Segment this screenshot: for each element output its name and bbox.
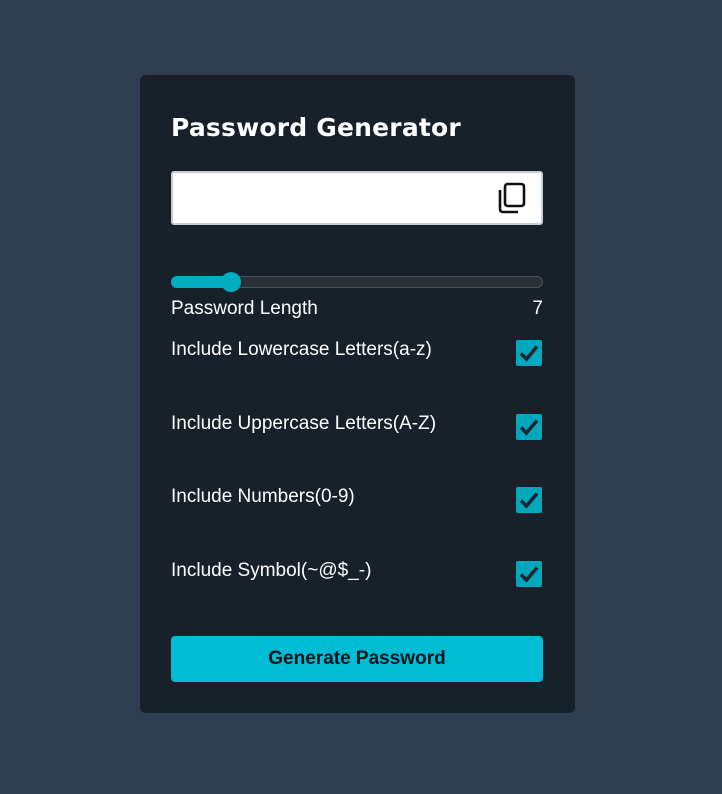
password-generator-card: Password Generator Password Length 7 Inc…	[140, 75, 575, 713]
copy-button[interactable]	[497, 181, 527, 215]
page-title: Password Generator	[171, 113, 461, 142]
slider-thumb[interactable]	[221, 272, 241, 292]
numbers-checkbox[interactable]	[516, 487, 542, 513]
lowercase-checkbox[interactable]	[516, 340, 542, 366]
option-numbers: Include Numbers(0-9)	[171, 485, 543, 515]
option-label: Include Symbol(~@$_-)	[171, 559, 372, 581]
option-label: Include Numbers(0-9)	[171, 486, 355, 507]
copy-icon	[498, 182, 526, 214]
length-value: 7	[532, 298, 543, 319]
options-list: Include Lowercase Letters(a-z) Include U…	[171, 338, 543, 589]
option-uppercase: Include Uppercase Letters(A-Z)	[171, 412, 543, 442]
checkmark-icon	[519, 492, 539, 509]
length-label: Password Length	[171, 298, 318, 319]
checkmark-icon	[519, 565, 539, 583]
symbols-checkbox[interactable]	[516, 560, 542, 587]
option-label: Include Lowercase Letters(a-z)	[171, 339, 432, 360]
password-output-field[interactable]	[181, 181, 485, 217]
password-output-box	[171, 171, 543, 225]
length-slider[interactable]	[171, 272, 543, 292]
checkmark-icon	[519, 418, 539, 436]
option-label: Include Uppercase Letters(A-Z)	[171, 412, 437, 434]
option-lowercase: Include Lowercase Letters(a-z)	[171, 338, 543, 368]
option-symbols: Include Symbol(~@$_-)	[171, 559, 543, 589]
length-row: Password Length 7	[171, 297, 543, 321]
checkmark-icon	[519, 345, 539, 362]
generate-password-button[interactable]: Generate Password	[171, 636, 543, 682]
uppercase-checkbox[interactable]	[516, 413, 542, 440]
